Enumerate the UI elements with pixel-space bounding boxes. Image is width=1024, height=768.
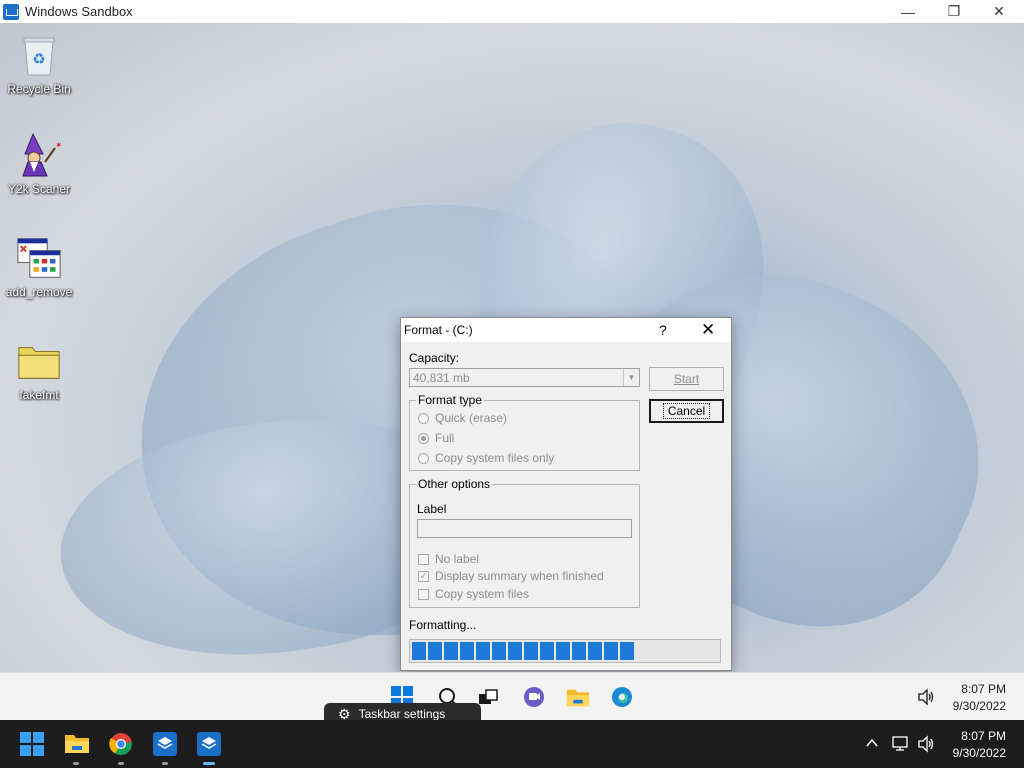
folder-icon <box>17 339 61 383</box>
dialog-title-bar: Format - (C:) ? ✕ <box>401 318 731 342</box>
chevron-up-icon[interactable] <box>864 735 882 753</box>
volume-label-input[interactable] <box>417 519 632 538</box>
volume-icon[interactable] <box>914 685 938 709</box>
chat-icon[interactable] <box>522 685 546 709</box>
cancel-button-label: Cancel <box>662 403 711 419</box>
checkbox-label: Copy system files <box>435 587 530 601</box>
radio-label: Full <box>435 431 455 445</box>
running-indicator <box>162 762 168 765</box>
sandbox-app-icon <box>3 3 19 20</box>
progress-block <box>620 642 634 660</box>
checkbox-copy-system-files[interactable]: Copy system files <box>418 587 529 601</box>
dialog-close-button[interactable]: ✕ <box>701 320 715 340</box>
progress-block <box>556 642 570 660</box>
checkbox-label: Display summary when finished <box>435 569 604 583</box>
radio-full[interactable]: Full <box>418 431 454 445</box>
radio-quick-erase[interactable]: Quick (erase) <box>418 411 507 425</box>
control-panel-icon <box>17 236 61 280</box>
start-menu-icon[interactable] <box>20 732 44 756</box>
chevron-down-icon[interactable]: ▼ <box>623 369 639 386</box>
windows-sandbox-icon[interactable] <box>197 732 221 756</box>
radio-button[interactable] <box>418 452 429 464</box>
svg-text:✶: ✶ <box>55 141 61 151</box>
checkbox-label: No label <box>435 552 480 566</box>
radio-label: Quick (erase) <box>435 411 508 425</box>
clock-time: 8:07 PM <box>961 682 1006 696</box>
running-indicator <box>203 762 215 765</box>
close-window-button[interactable]: ✕ <box>976 0 1022 23</box>
restore-button[interactable]: ❐ <box>931 0 977 23</box>
windows-sandbox-icon[interactable] <box>153 732 177 756</box>
progress-block <box>460 642 474 660</box>
checkbox-no-label[interactable]: No label <box>418 552 479 566</box>
desktop-icon-label: add_remove <box>5 285 73 299</box>
progress-block <box>588 642 602 660</box>
format-dialog: Format - (C:) ? ✕ Capacity: 40,831 mb ▼ … <box>400 317 732 671</box>
capacity-value: 40,831 mb <box>413 370 470 385</box>
sandbox-title-bar: Windows Sandbox — ❐ ✕ <box>0 0 1024 23</box>
sandbox-taskbar: 8:07 PM 9/30/2022 <box>0 672 1024 720</box>
dialog-title: Format - (C:) <box>404 323 473 337</box>
progress-block <box>476 642 490 660</box>
host-taskbar: 8:07 PM 9/30/2022 <box>0 720 1024 768</box>
help-button[interactable]: ? <box>659 322 667 338</box>
clock-date: 9/30/2022 <box>952 699 1006 713</box>
desktop-icon-add-remove[interactable]: add_remove <box>1 236 77 299</box>
desktop-icon-label: fakefmt <box>19 388 59 402</box>
capacity-label: Capacity: <box>409 351 460 365</box>
radio-label: Copy system files only <box>435 451 555 465</box>
desktop-icon-y2k-scaner[interactable]: ✶ Y2k Scaner <box>1 132 77 196</box>
progress-block <box>508 642 522 660</box>
format-progress-bar <box>409 639 721 663</box>
progress-block <box>492 642 506 660</box>
svg-text:♻: ♻ <box>32 50 45 68</box>
taskbar-settings-label: Taskbar settings <box>358 707 446 721</box>
edge-browser-icon[interactable] <box>610 685 634 709</box>
host-clock[interactable]: 8:07 PM 9/30/2022 <box>940 728 1006 762</box>
volume-icon[interactable] <box>916 734 936 754</box>
progress-block <box>540 642 554 660</box>
progress-block <box>604 642 618 660</box>
start-button-label: Start <box>673 372 700 386</box>
desktop-icon-fakefmt[interactable]: fakefmt <box>1 339 77 402</box>
format-type-legend: Format type <box>416 393 485 407</box>
cancel-button[interactable]: Cancel <box>649 399 724 423</box>
label-caption: Label <box>417 502 447 516</box>
progress-block <box>412 642 426 660</box>
desktop-icon-label: Recycle Bin <box>7 82 71 96</box>
clock-date: 9/30/2022 <box>952 746 1006 760</box>
file-explorer-icon[interactable] <box>566 685 590 709</box>
progress-block <box>524 642 538 660</box>
capacity-dropdown[interactable]: 40,831 mb ▼ <box>409 368 640 387</box>
running-indicator <box>73 762 79 765</box>
checkbox[interactable]: ✓ <box>418 570 429 582</box>
progress-block <box>572 642 586 660</box>
start-button[interactable]: Start <box>649 367 724 391</box>
recycle-bin-icon: ♻ <box>17 33 61 77</box>
checkbox[interactable] <box>418 553 429 565</box>
radio-copy-system-files-only[interactable]: Copy system files only <box>418 451 554 465</box>
minimize-button[interactable]: — <box>885 0 931 23</box>
desktop-icon-recycle-bin[interactable]: ♻ Recycle Bin <box>1 33 77 96</box>
network-icon[interactable] <box>891 734 911 754</box>
other-options-legend: Other options <box>416 477 493 491</box>
formatting-status: Formatting... <box>409 618 477 632</box>
desktop-icon-label: Y2k Scaner <box>7 182 71 196</box>
sandbox-clock[interactable]: 8:07 PM 9/30/2022 <box>940 681 1006 715</box>
running-indicator <box>118 762 124 765</box>
file-explorer-icon[interactable] <box>64 732 89 756</box>
sandbox-window-title: Windows Sandbox <box>25 4 133 19</box>
clock-time: 8:07 PM <box>961 729 1006 743</box>
checkbox-display-summary[interactable]: ✓ Display summary when finished <box>418 569 604 583</box>
chrome-browser-icon[interactable] <box>109 732 133 756</box>
progress-block <box>444 642 458 660</box>
progress-block <box>428 642 442 660</box>
radio-button[interactable] <box>418 412 429 424</box>
radio-button[interactable] <box>418 432 429 444</box>
wizard-icon: ✶ <box>17 132 61 177</box>
checkbox[interactable] <box>418 588 429 600</box>
